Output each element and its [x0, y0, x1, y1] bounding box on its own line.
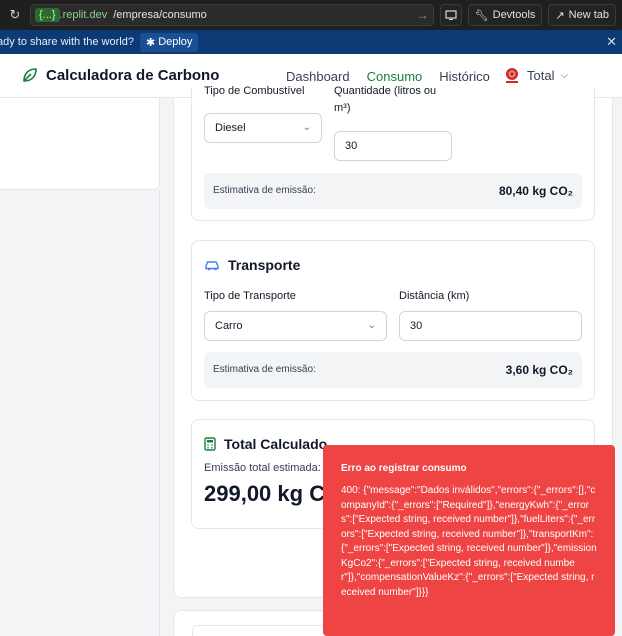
transport-type-select[interactable]: Carro ⌄ [204, 311, 387, 341]
address-bar[interactable]: {...} .replit.dev /empresa/consumo → [30, 4, 434, 26]
fuel-type-select[interactable]: Diesel ⌄ [204, 113, 322, 143]
new-tab-button[interactable]: ↗ New tab [548, 4, 616, 26]
transport-title-row: Transporte [204, 257, 300, 273]
reload-icon[interactable]: ↻ [6, 7, 24, 23]
nav-dashboard[interactable]: Dashboard [286, 69, 350, 84]
app-logo[interactable]: Calculadora de Carbono [21, 66, 219, 84]
card-transporte: Transporte Tipo de Transporte Distância … [191, 240, 595, 401]
fuel-type-value: Diesel [215, 122, 246, 134]
deploy-banner-text: ady to share with the world? [0, 36, 134, 48]
total-title: Total Calculado [224, 436, 328, 452]
url-host: .replit.dev [59, 9, 108, 21]
toast-message: 400: {"message":"Dados inválidos","error… [341, 485, 597, 598]
company-selector[interactable]: Total ⌵ [503, 66, 568, 84]
left-panel [0, 98, 160, 190]
deploy-banner: ady to share with the world? ✱ Deploy ✕ [0, 30, 622, 54]
nav-consumo[interactable]: Consumo [367, 69, 423, 84]
distance-label: Distância (km) [399, 290, 470, 302]
go-arrow-icon[interactable]: → [417, 8, 429, 22]
transport-estimate-box: Estimativa de emissão: 3,60 kg CO₂ [204, 352, 582, 388]
deploy-icon: ✱ [145, 36, 156, 49]
app-title: Calculadora de Carbono [46, 66, 220, 84]
wrench-icon: 🔧︎ [474, 9, 489, 22]
fuel-quantity-input[interactable]: 30 [334, 131, 452, 161]
total-emission-value: 299,00 kg C [204, 481, 326, 506]
card-combustivel: Tipo de Combustível Quantidade (litros o… [191, 85, 595, 221]
distance-input[interactable]: 30 [399, 311, 582, 341]
new-tab-label: New tab [568, 9, 609, 21]
close-icon[interactable]: ✕ [606, 34, 617, 50]
devtools-label: Devtools [492, 9, 536, 21]
transport-estimate-value: 3,60 kg CO₂ [505, 363, 573, 377]
fuel-estimate-box: Estimativa de emissão: 80,40 kg CO₂ [204, 173, 582, 209]
car-icon [205, 261, 219, 271]
url-path: /empresa/consumo [113, 9, 207, 21]
browser-toolbar: ↻ {...} .replit.dev /empresa/consumo → 🔧… [0, 0, 622, 30]
fuel-quantity-label-line2: m³) [334, 102, 351, 114]
url-tag: {...} [35, 8, 60, 22]
chevron-down-icon: ⌄ [302, 122, 311, 133]
left-panel-border [0, 190, 160, 636]
toast-title: Erro ao registrar consumo [341, 463, 467, 474]
transport-type-value: Carro [215, 320, 243, 332]
chevron-down-icon: ⌄ [367, 320, 376, 331]
transport-type-label: Tipo de Transporte [204, 290, 296, 302]
fuel-estimate-label: Estimativa de emissão: [213, 185, 316, 196]
nav-historico[interactable]: Histórico [439, 69, 490, 84]
distance-value: 30 [410, 320, 423, 332]
chevron-down-icon: ⌵ [560, 69, 569, 81]
company-logo-icon [503, 66, 521, 84]
fuel-type-label: Tipo de Combustível [204, 85, 305, 97]
screen-icon[interactable] [439, 4, 462, 26]
deploy-label: Deploy [158, 36, 193, 48]
company-name: Total [527, 67, 555, 83]
external-link-icon: ↗ [555, 9, 565, 22]
deploy-button[interactable]: ✱ Deploy [139, 32, 199, 52]
devtools-button[interactable]: 🔧︎ Devtools [467, 4, 543, 26]
leaf-icon [23, 68, 37, 82]
error-toast[interactable]: Erro ao registrar consumo 400: {"message… [323, 445, 615, 636]
main-nav: Dashboard Consumo Histórico [286, 69, 490, 84]
fuel-estimate-value: 80,40 kg CO₂ [498, 184, 573, 198]
total-title-row: Total Calculado [204, 436, 327, 452]
calculator-icon [204, 437, 216, 451]
transport-estimate-label: Estimativa de emissão: [213, 364, 316, 375]
total-emission-label: Emissão total estimada: [204, 462, 321, 474]
fuel-quantity-value: 30 [345, 140, 358, 152]
transport-title: Transporte [228, 257, 301, 273]
fuel-quantity-label-line1: Quantidade (litros ou [334, 85, 437, 97]
